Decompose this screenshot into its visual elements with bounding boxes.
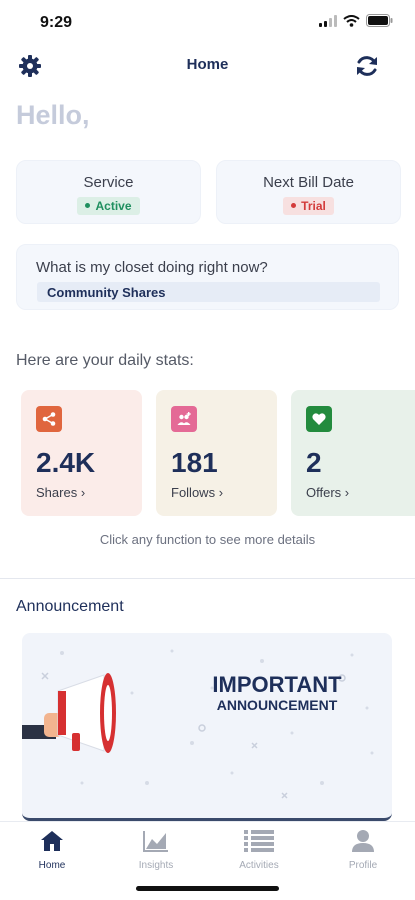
stat-link[interactable]: Follows › bbox=[171, 485, 223, 500]
share-icon bbox=[36, 406, 62, 432]
tab-profile-label: Profile bbox=[348, 860, 378, 871]
stat-value: 181 bbox=[171, 447, 218, 478]
greeting: Hello, bbox=[16, 100, 90, 130]
status-icons bbox=[319, 14, 393, 27]
tab-insights-label: Insights bbox=[138, 860, 174, 871]
chevron-right-icon: › bbox=[218, 485, 224, 500]
offers-card[interactable]: 2 Offers › bbox=[291, 390, 415, 516]
status-dot-icon bbox=[291, 203, 297, 209]
tab-activities[interactable]: Activities bbox=[214, 826, 304, 871]
refresh-button[interactable] bbox=[353, 52, 381, 80]
service-label: Service bbox=[83, 174, 134, 191]
shares-card[interactable]: 2.4K Shares › bbox=[21, 390, 142, 516]
bill-status-text: Trial bbox=[301, 199, 326, 213]
service-status-badge: Active bbox=[77, 197, 140, 215]
next-bill-card[interactable]: Next Bill Date Trial bbox=[216, 160, 401, 224]
section-divider bbox=[0, 578, 415, 579]
closet-question: What is my closet doing right now? bbox=[36, 259, 268, 276]
battery-icon bbox=[366, 14, 393, 27]
person-icon bbox=[352, 830, 374, 852]
stat-link[interactable]: Shares › bbox=[36, 485, 85, 500]
refresh-icon bbox=[357, 56, 377, 76]
home-icon bbox=[41, 831, 63, 851]
chevron-right-icon: › bbox=[80, 485, 86, 500]
list-icon bbox=[244, 830, 274, 852]
follows-card[interactable]: 181 Follows › bbox=[156, 390, 277, 516]
stat-label: Follows bbox=[171, 485, 216, 500]
stat-label: Shares bbox=[36, 485, 78, 500]
tab-profile[interactable]: Profile bbox=[318, 826, 408, 871]
closet-status-card[interactable]: What is my closet doing right now? Commu… bbox=[16, 244, 399, 310]
wifi-icon bbox=[343, 14, 360, 27]
confetti-decoration bbox=[22, 649, 374, 799]
stat-link[interactable]: Offers › bbox=[306, 485, 349, 500]
follow-icon bbox=[171, 406, 197, 432]
home-indicator bbox=[136, 886, 279, 891]
next-bill-label: Next Bill Date bbox=[263, 174, 354, 191]
banner-subtitle: ANNOUNCEMENT bbox=[216, 697, 338, 713]
announcement-heading: Announcement bbox=[16, 598, 124, 615]
nav-bar: Home bbox=[0, 48, 415, 84]
announcement-banner[interactable]: IMPORTANT ANNOUNCEMENT bbox=[22, 633, 392, 821]
status-bar: 9:29 bbox=[0, 0, 415, 44]
tab-home-label: Home bbox=[38, 860, 66, 871]
heart-icon bbox=[306, 406, 332, 432]
closet-activity-pill: Community Shares bbox=[37, 282, 380, 302]
bill-status-badge: Trial bbox=[283, 197, 334, 215]
stats-heading: Here are your daily stats: bbox=[16, 352, 194, 369]
chevron-right-icon: › bbox=[344, 485, 350, 500]
service-status-text: Active bbox=[95, 199, 132, 213]
tab-home[interactable]: Home bbox=[7, 826, 97, 871]
tab-insights[interactable]: Insights bbox=[111, 826, 201, 871]
stat-label: Offers bbox=[306, 485, 342, 500]
status-dot-icon bbox=[85, 203, 91, 209]
stats-hint: Click any function to see more details bbox=[99, 532, 316, 547]
status-time: 9:29 bbox=[40, 14, 73, 31]
stat-value: 2.4K bbox=[36, 447, 96, 478]
tab-activities-label: Activities bbox=[239, 860, 279, 871]
service-card[interactable]: Service Active bbox=[16, 160, 201, 224]
stat-value: 2 bbox=[306, 447, 322, 478]
chart-icon bbox=[143, 831, 168, 852]
banner-title: IMPORTANT bbox=[212, 672, 342, 697]
signal-icon bbox=[319, 14, 337, 27]
